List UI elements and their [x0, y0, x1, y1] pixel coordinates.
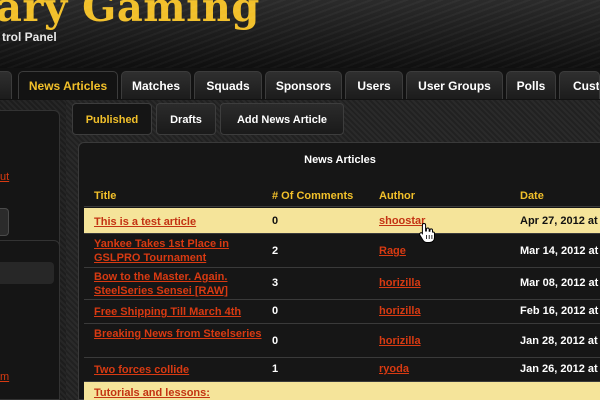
- subtab-published[interactable]: Published: [72, 103, 152, 135]
- tab-user-groups[interactable]: User Groups: [406, 71, 503, 99]
- author-link[interactable]: horizilla: [379, 305, 421, 317]
- comment-count: 0: [272, 305, 279, 317]
- column-header-date: Date: [520, 190, 544, 202]
- hand-pointer-icon: [419, 222, 435, 243]
- tab-polls[interactable]: Polls: [506, 71, 556, 99]
- author-link[interactable]: ryoda: [379, 363, 409, 375]
- panel-title: News Articles: [304, 154, 376, 166]
- comment-count: 1: [272, 363, 279, 375]
- column-header-author: Author: [379, 190, 416, 202]
- left-sidebar: ut m: [0, 100, 66, 400]
- article-date: Jan 26, 2012 at: [520, 363, 598, 375]
- sidebar-link[interactable]: m: [0, 371, 9, 383]
- header-divider: [84, 206, 600, 207]
- article-title-link[interactable]: This is a test article: [94, 215, 264, 229]
- subtab-label: Published: [85, 114, 139, 126]
- table-row: Breaking News from Steelseries 0 horizil…: [84, 324, 600, 358]
- article-title-link[interactable]: Free Shipping Till March 4th: [94, 305, 264, 319]
- column-header-title: Title: [94, 190, 117, 202]
- sidebar-item[interactable]: [0, 262, 54, 284]
- main-nav: News Articles Matches Squads Sponsors Us…: [0, 68, 600, 101]
- tab-hidden-left[interactable]: [0, 71, 12, 99]
- tab-custom[interactable]: Custo: [559, 71, 600, 99]
- column-header-comments: # Of Comments: [272, 190, 354, 202]
- article-title-link[interactable]: Tutorials and lessons:: [94, 386, 264, 400]
- table-row: Bow to the Master. Again. SteelSeries Se…: [84, 268, 600, 300]
- tab-label: Users: [357, 79, 391, 93]
- article-date: Apr 27, 2012 at: [520, 215, 598, 227]
- table-row: Yankee Takes 1st Place in GSLPRO Tournam…: [84, 234, 600, 268]
- table-row: This is a test article 0 shoostar Apr 27…: [84, 208, 600, 234]
- table-row: Free Shipping Till March 4th 0 horizilla…: [84, 300, 600, 324]
- subtab-label: Drafts: [170, 114, 202, 126]
- tab-label: User Groups: [418, 79, 491, 93]
- tab-users[interactable]: Users: [345, 71, 403, 99]
- article-date: Mar 14, 2012 at: [520, 245, 599, 257]
- tab-label: Polls: [516, 79, 546, 93]
- article-title-link[interactable]: Bow to the Master. Again. SteelSeries Se…: [94, 270, 264, 298]
- tab-label: Squads: [206, 79, 250, 93]
- comment-count: 3: [272, 277, 279, 289]
- subtab-drafts[interactable]: Drafts: [156, 103, 216, 135]
- site-header: ary Gaming trol Panel: [0, 0, 600, 68]
- article-date: Feb 16, 2012 at: [520, 305, 599, 317]
- author-link[interactable]: horizilla: [379, 335, 421, 347]
- tab-label: News Articles: [28, 79, 108, 93]
- comment-count: 2: [272, 245, 279, 257]
- tab-matches[interactable]: Matches: [121, 71, 191, 99]
- subtab-add-news-article[interactable]: Add News Article: [220, 103, 344, 135]
- tab-label: Matches: [131, 79, 181, 93]
- article-date: Mar 08, 2012 at: [520, 277, 599, 289]
- comment-count: 0: [272, 335, 279, 347]
- article-title-link[interactable]: Yankee Takes 1st Place in GSLPRO Tournam…: [94, 237, 264, 265]
- sidebar-link[interactable]: ut: [0, 171, 9, 183]
- author-link[interactable]: Rage: [379, 245, 406, 257]
- table-row: Two forces collide 1 ryoda Jan 26, 2012 …: [84, 358, 600, 382]
- article-title-link[interactable]: Breaking News from Steelseries: [94, 327, 264, 341]
- comment-count: 0: [272, 215, 279, 227]
- sidebar-button[interactable]: [0, 208, 9, 236]
- table-row: Tutorials and lessons:: [84, 382, 600, 400]
- article-date: Jan 28, 2012 at: [520, 335, 598, 347]
- site-title: ary Gaming: [0, 0, 260, 31]
- subtab-label: Add News Article: [236, 114, 328, 126]
- site-subtitle: trol Panel: [2, 30, 57, 44]
- tab-label: Sponsors: [275, 79, 332, 93]
- tab-sponsors[interactable]: Sponsors: [265, 71, 342, 99]
- author-link[interactable]: horizilla: [379, 277, 421, 289]
- tab-squads[interactable]: Squads: [194, 71, 262, 99]
- article-title-link[interactable]: Two forces collide: [94, 363, 264, 377]
- tab-label: Custo: [573, 79, 600, 93]
- tab-news-articles[interactable]: News Articles: [18, 71, 118, 99]
